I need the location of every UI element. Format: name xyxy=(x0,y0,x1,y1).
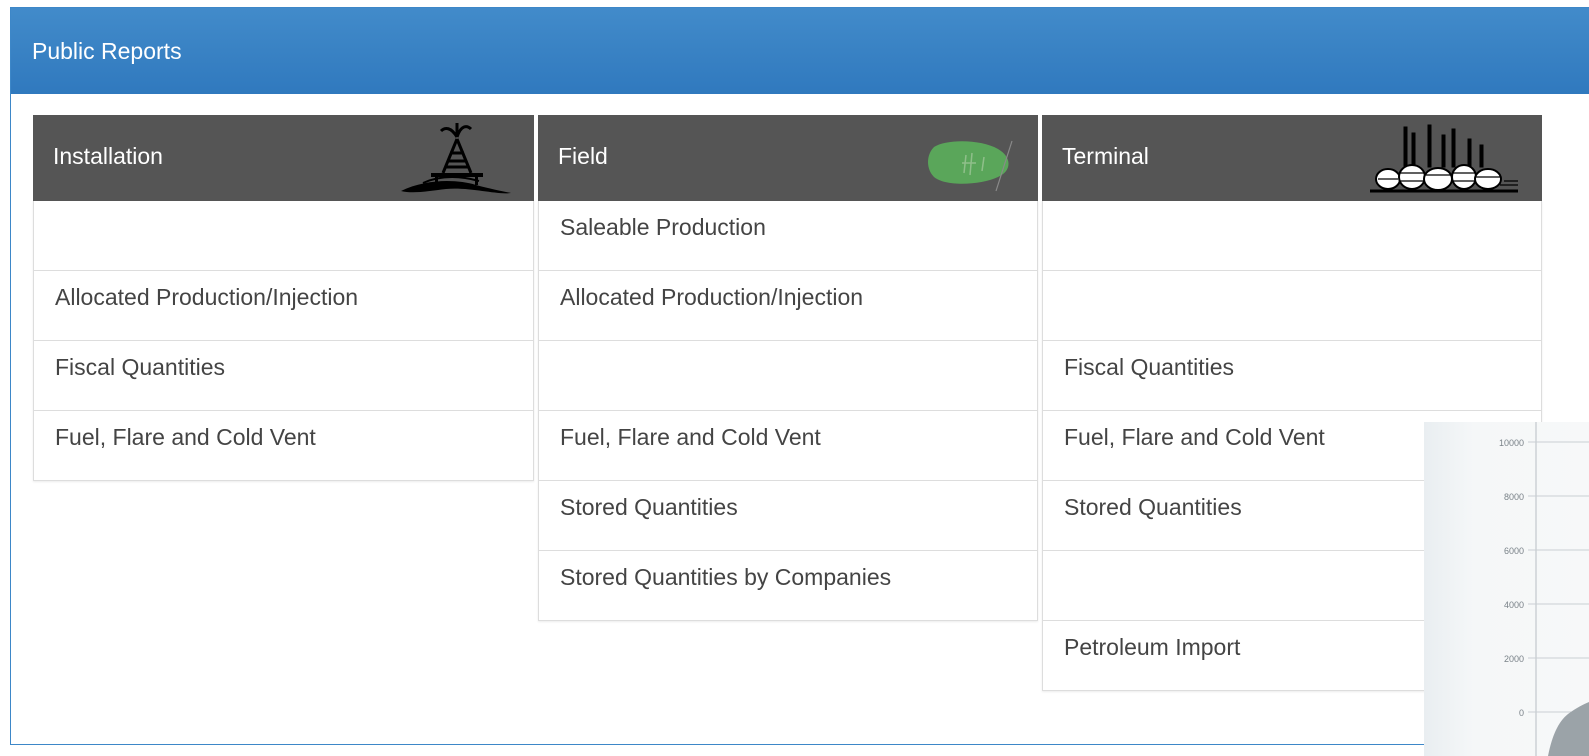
field-stored-quantities-link[interactable]: Stored Quantities xyxy=(539,480,1037,550)
refinery-icon xyxy=(1368,123,1520,203)
list-item xyxy=(539,340,1037,410)
field-title: Field xyxy=(558,143,608,169)
field-map-icon xyxy=(926,137,1016,201)
field-allocated-production-link[interactable]: Allocated Production/Injection xyxy=(539,270,1037,340)
list-item xyxy=(1043,270,1541,340)
terminal-header: Terminal xyxy=(1042,115,1542,201)
chart-fragment-svg: 1000080006000400020000-2000 xyxy=(1499,422,1589,756)
terminal-fiscal-quantities-link[interactable]: Fiscal Quantities xyxy=(1043,340,1541,410)
installation-allocated-production-link[interactable]: Allocated Production/Injection xyxy=(34,270,533,340)
list-item xyxy=(34,201,533,270)
field-header: Field xyxy=(538,115,1038,201)
field-report-list: Saleable Production Allocated Production… xyxy=(538,201,1038,621)
field-fuel-flare-link[interactable]: Fuel, Flare and Cold Vent xyxy=(539,410,1037,480)
installation-header: Installation xyxy=(33,115,534,201)
field-stored-quantities-companies-link[interactable]: Stored Quantities by Companies xyxy=(539,550,1037,620)
chart-y-tick-label: 0 xyxy=(1519,708,1524,718)
field-column: Field Saleable Production Allocated Prod… xyxy=(538,115,1038,621)
chart-y-tick-label: 10000 xyxy=(1499,438,1524,448)
panel-title: Public Reports xyxy=(11,8,1589,94)
field-saleable-production-link[interactable]: Saleable Production xyxy=(539,201,1037,270)
installation-fiscal-quantities-link[interactable]: Fiscal Quantities xyxy=(34,340,533,410)
installation-fuel-flare-link[interactable]: Fuel, Flare and Cold Vent xyxy=(34,410,533,480)
installation-title: Installation xyxy=(53,143,163,169)
chart-dark-shape xyxy=(1548,702,1589,756)
terminal-title: Terminal xyxy=(1062,143,1149,169)
chart-y-tick-label: 4000 xyxy=(1504,600,1524,610)
chart-y-tick-label: 6000 xyxy=(1504,546,1524,556)
chart-y-tick-label: 8000 xyxy=(1504,492,1524,502)
chart-y-tick-label: 2000 xyxy=(1504,654,1524,664)
installation-column: Installation Allocated Production/Inject… xyxy=(33,115,534,481)
list-item xyxy=(1043,201,1541,270)
chart-overlay-fragment: 1000080006000400020000-2000 xyxy=(1424,422,1589,756)
oil-rig-icon xyxy=(401,121,513,203)
installation-report-list: Allocated Production/Injection Fiscal Qu… xyxy=(33,201,534,481)
